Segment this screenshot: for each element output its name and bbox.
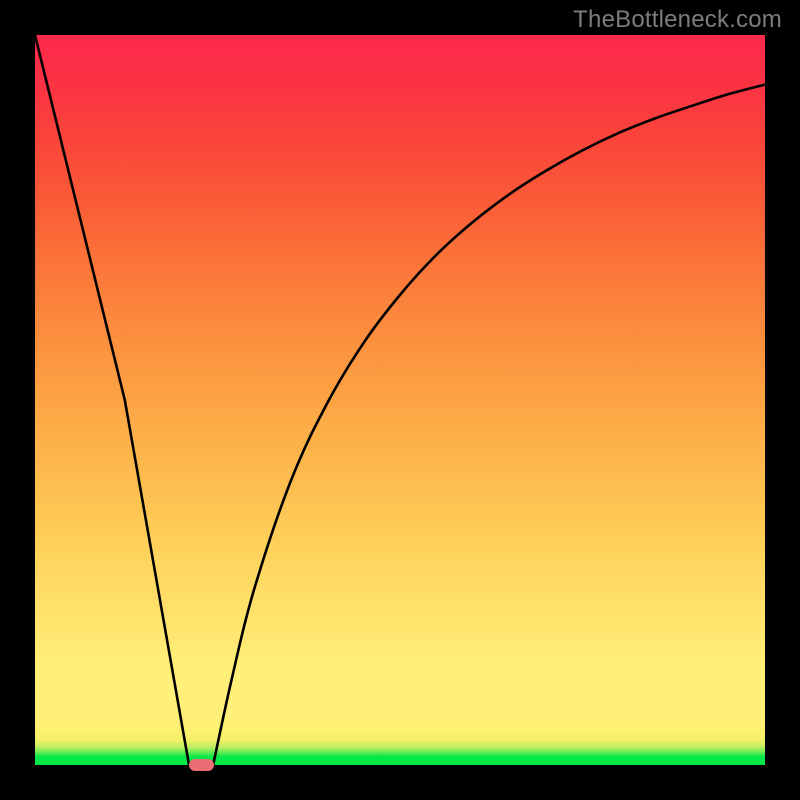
- watermark-text: TheBottleneck.com: [573, 6, 782, 34]
- series-right-branch: [213, 85, 765, 765]
- bottleneck-marker: [189, 759, 215, 771]
- plot-area: [35, 35, 765, 765]
- series-left-branch: [35, 35, 189, 765]
- chart-frame: TheBottleneck.com: [0, 0, 800, 800]
- curve-layer: [35, 35, 765, 765]
